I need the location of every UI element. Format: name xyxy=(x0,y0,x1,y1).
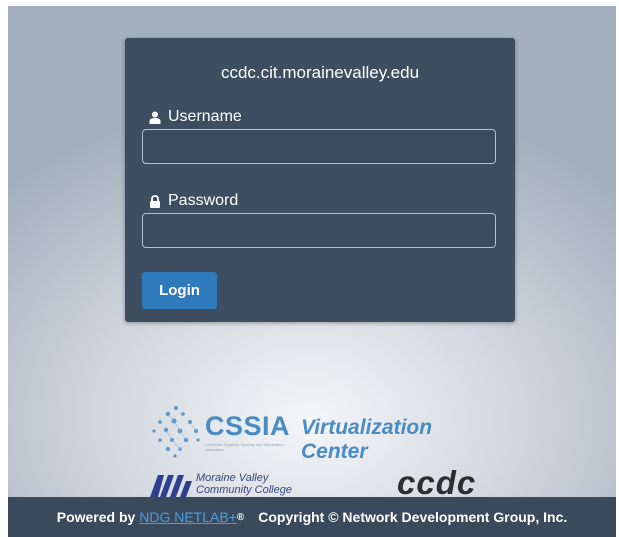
username-label: Username xyxy=(149,108,242,126)
password-input[interactable] xyxy=(142,213,496,248)
password-label-text: Password xyxy=(168,192,239,209)
moraine-valley-logo: Moraine Valley Community College xyxy=(150,470,310,500)
cssia-wordmark: CSSIA xyxy=(205,411,291,441)
page-left-edge xyxy=(0,0,8,537)
registered-mark: ® xyxy=(236,511,245,523)
page-top-edge xyxy=(0,0,619,6)
cssia-network-icon xyxy=(152,406,200,458)
password-label: Password xyxy=(149,192,238,210)
user-icon xyxy=(149,111,161,124)
moraine-valley-mark-icon xyxy=(150,475,192,497)
netlab-link[interactable]: NDG NETLAB+ xyxy=(139,509,237,525)
moraine-valley-text: Moraine Valley Community College xyxy=(196,472,292,496)
username-input[interactable] xyxy=(142,129,496,164)
login-card: ccdc.cit.morainevalley.edu Username Pass… xyxy=(125,38,515,322)
login-button[interactable]: Login xyxy=(142,272,217,309)
moraine-valley-line2: Community College xyxy=(196,484,292,496)
lock-icon xyxy=(149,194,161,208)
copyright-text: Copyright © Network Development Group, I… xyxy=(258,509,568,525)
cssia-logo: CSSIA Center for Systems Security and In… xyxy=(150,402,490,463)
footer: Powered by NDG NETLAB+ ® Copyright © Netw… xyxy=(8,497,616,537)
host-title: ccdc.cit.morainevalley.edu xyxy=(220,63,420,82)
username-label-text: Username xyxy=(168,108,242,125)
powered-by-text: Powered by xyxy=(56,509,136,525)
cssia-tagline: Center for Systems Security and Informat… xyxy=(205,442,284,452)
virtualization-center-text: Virtualization Center xyxy=(301,416,433,463)
moraine-valley-line1: Moraine Valley xyxy=(196,472,269,484)
